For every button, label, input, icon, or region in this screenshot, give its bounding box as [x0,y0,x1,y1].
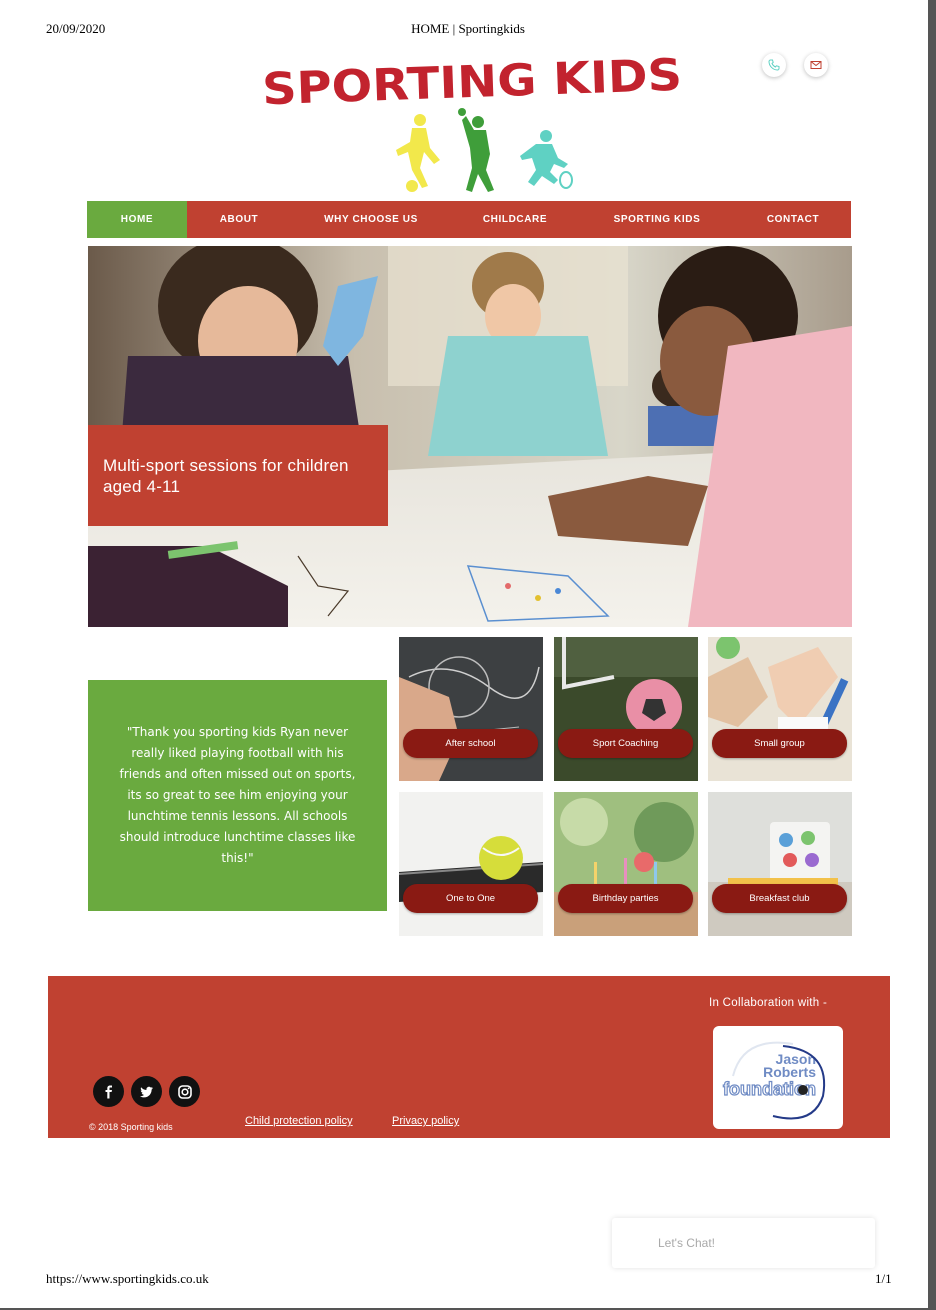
hero-banner: Multi-sport sessions for children aged 4… [88,246,852,627]
football-grass-image [554,637,698,781]
service-tile-after-school[interactable]: After school [399,637,543,781]
tennis-ball-image [399,792,543,936]
small-group-button[interactable]: Small group [712,729,847,758]
footballer-figure [396,114,440,192]
instagram-button[interactable] [169,1076,200,1107]
basketball-figure [458,108,494,192]
main-nav: HOME ABOUT WHY CHOOSE US CHILDCARE SPORT… [87,201,851,238]
chat-placeholder: Let's Chat! [658,1236,715,1250]
sport-coaching-button[interactable]: Sport Coaching [558,729,693,758]
after-school-button[interactable]: After school [403,729,538,758]
service-tile-one-to-one[interactable]: One to One [399,792,543,936]
nav-childcare[interactable]: CHILDCARE [451,201,579,238]
nav-about[interactable]: ABOUT [187,201,291,238]
logo-wordmark: SPORTING KIDS [261,50,683,110]
service-tile-birthday-parties[interactable]: Birthday parties [554,792,698,936]
facebook-button[interactable] [93,1076,124,1107]
testimonial-box: "Thank you sporting kids Ryan never real… [88,680,387,911]
jason-roberts-foundation-logo[interactable]: Jason Roberts foundation [713,1026,843,1129]
mail-button[interactable] [804,53,828,77]
print-title: HOME | Sportingkids [411,21,525,36]
partner-logo-text-2: Roberts [763,1064,816,1080]
site-footer: In Collaboration with - Jason Roberts fo… [48,976,890,1138]
copyright-text: © 2018 Sporting kids [89,1122,173,1132]
drawing-hands-image [708,637,852,781]
print-page-number: 1/1 [875,1271,892,1286]
breakfast-mug-image [708,792,852,936]
testimonial-quote: "Thank you sporting kids Ryan never real… [119,725,356,865]
nav-sporting-kids[interactable]: SPORTING KIDS [579,201,735,238]
instagram-icon [177,1084,192,1099]
birthday-cake-image [554,792,698,936]
one-to-one-button[interactable]: One to One [403,884,538,913]
phone-button[interactable] [762,53,786,77]
collaboration-label: In Collaboration with - [709,997,828,1009]
logo-figures [396,108,573,192]
twitter-button[interactable] [131,1076,162,1107]
service-tile-small-group[interactable]: Small group [708,637,852,781]
nav-home[interactable]: HOME [87,201,187,238]
service-tile-breakfast-club[interactable]: Breakfast club [708,792,852,936]
service-tile-sport-coaching[interactable]: Sport Coaching [554,637,698,781]
chat-widget[interactable]: Let's Chat! [612,1218,875,1268]
privacy-policy-link[interactable]: Privacy policy [392,1115,459,1127]
nav-contact[interactable]: CONTACT [735,201,851,238]
twitter-icon [139,1086,153,1097]
birthday-parties-button[interactable]: Birthday parties [558,884,693,913]
child-protection-policy-link[interactable]: Child protection policy [245,1115,353,1127]
partner-logo-graphic: Jason Roberts foundation [722,1041,826,1120]
mail-icon [810,61,822,69]
chalkboard-image [399,637,543,781]
print-url: https://www.sportingkids.co.uk [46,1271,209,1286]
sporting-kids-logo[interactable]: SPORTING KIDS [258,50,686,110]
nav-why-choose-us[interactable]: WHY CHOOSE US [291,201,451,238]
hero-caption: Multi-sport sessions for children aged 4… [88,425,388,526]
breakfast-club-button[interactable]: Breakfast club [712,884,847,913]
facebook-icon [105,1085,112,1098]
phone-icon [768,59,780,71]
tennis-figure [520,130,573,189]
